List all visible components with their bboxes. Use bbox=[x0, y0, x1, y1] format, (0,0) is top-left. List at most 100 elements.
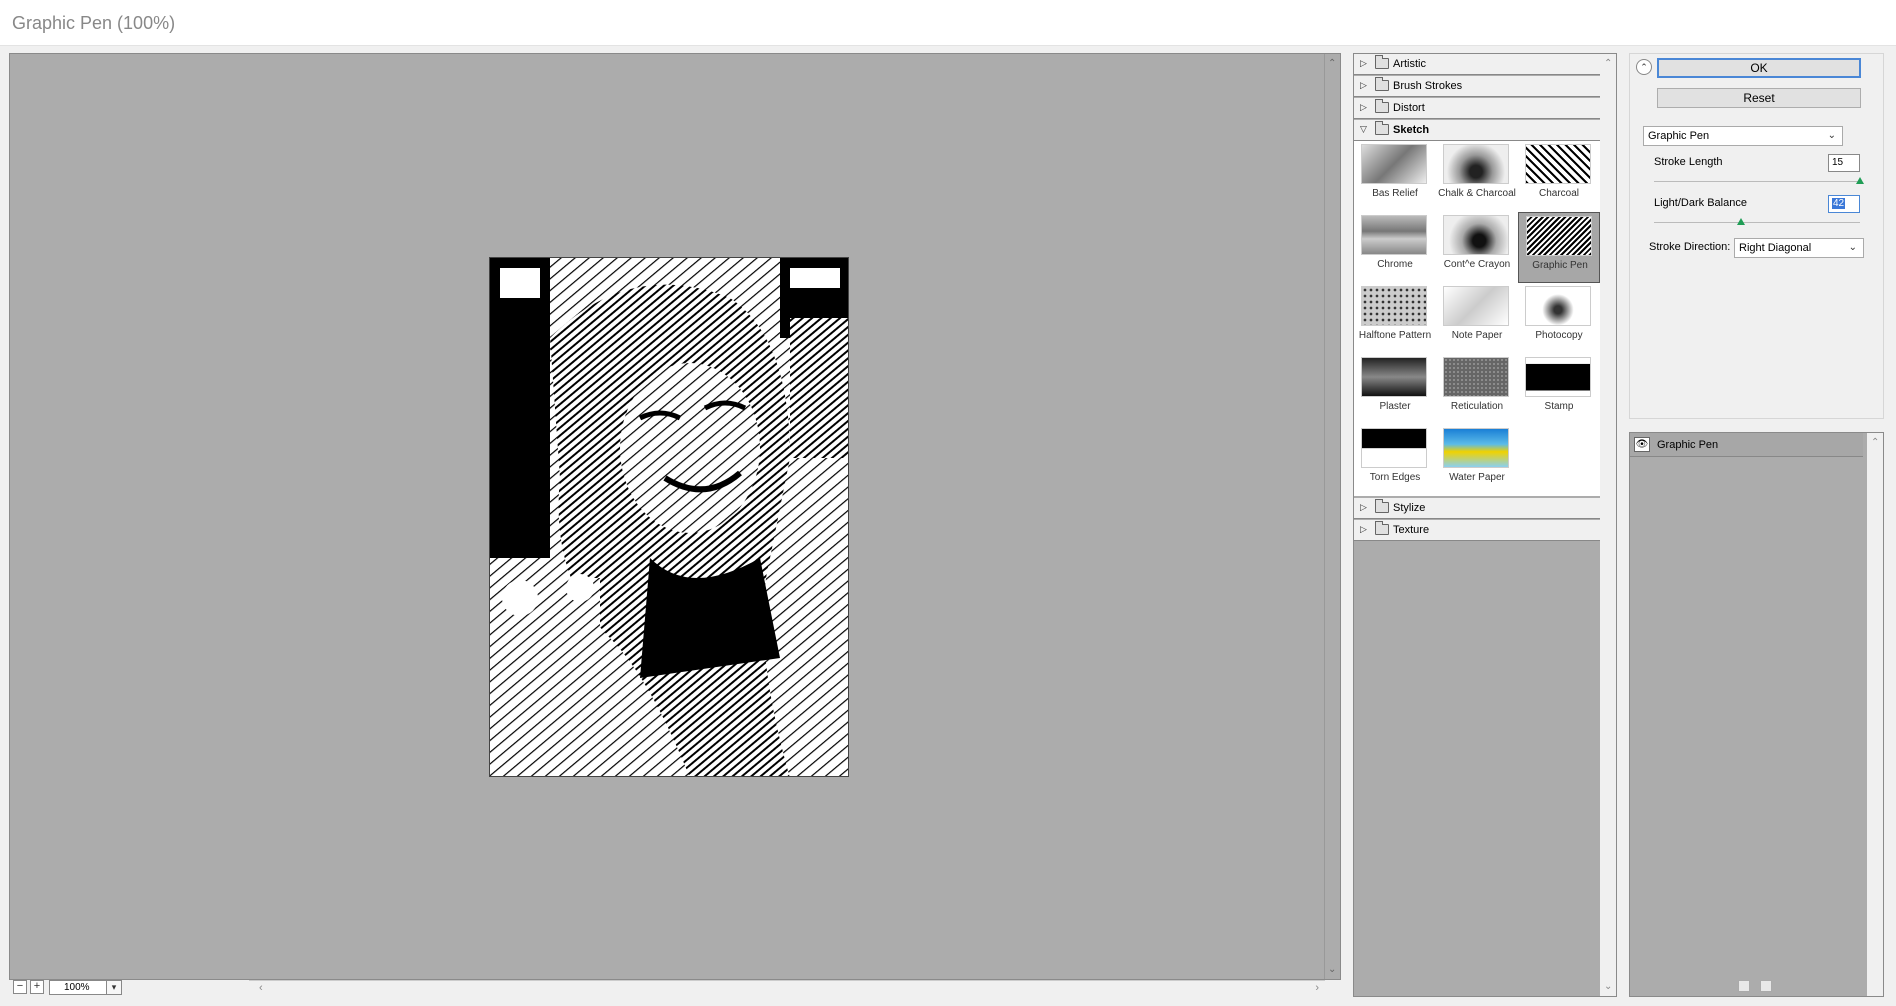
stroke-length-input[interactable]: 15 bbox=[1828, 154, 1860, 172]
light-dark-balance-slider[interactable] bbox=[1654, 218, 1860, 225]
slider-knob[interactable] bbox=[1856, 177, 1864, 184]
filter-water-paper[interactable]: Water Paper bbox=[1436, 425, 1518, 496]
scroll-up-arrow-icon[interactable]: ⌃ bbox=[1604, 58, 1612, 69]
expand-triangle-icon[interactable]: ▷ bbox=[1360, 524, 1367, 535]
category-label: Texture bbox=[1393, 524, 1430, 536]
category-artistic[interactable]: ▷ Artistic bbox=[1354, 54, 1600, 75]
filter-photocopy[interactable]: Photocopy bbox=[1518, 283, 1600, 354]
thumbnail-image bbox=[1525, 357, 1591, 397]
collapse-triangle-icon[interactable]: ▽ bbox=[1360, 124, 1367, 135]
thumbnail-image bbox=[1443, 215, 1509, 255]
scroll-down-arrow-icon[interactable]: ⌄ bbox=[1604, 981, 1612, 992]
filter-halftone-pattern[interactable]: Halftone Pattern bbox=[1354, 283, 1436, 354]
category-sketch[interactable]: ▽ Sketch bbox=[1354, 120, 1600, 141]
filter-reticulation[interactable]: Reticulation bbox=[1436, 354, 1518, 425]
expand-triangle-icon[interactable]: ▷ bbox=[1360, 502, 1367, 513]
reset-button[interactable]: Reset bbox=[1657, 88, 1861, 108]
thumbnail-image bbox=[1525, 144, 1591, 184]
stroke-direction-value: Right Diagonal bbox=[1739, 242, 1812, 254]
selected-value: 42 bbox=[1832, 198, 1846, 209]
folder-icon bbox=[1375, 77, 1389, 91]
gallery-scrollbar[interactable]: ⌃ ⌄ bbox=[1600, 54, 1616, 996]
effect-layer-row[interactable]: 👁 Graphic Pen bbox=[1630, 433, 1863, 457]
expand-triangle-icon[interactable]: ▷ bbox=[1360, 80, 1367, 91]
stroke-direction-label: Stroke Direction: bbox=[1649, 241, 1731, 253]
effect-layers-panel: 👁 Graphic Pen ⌃ bbox=[1629, 432, 1884, 997]
zoom-dropdown-icon[interactable]: ▾ bbox=[106, 980, 122, 995]
window-title: Graphic Pen (100%) bbox=[12, 13, 176, 33]
folder-icon bbox=[1375, 521, 1389, 535]
chevron-down-icon: ⌄ bbox=[1827, 130, 1836, 141]
category-label: Sketch bbox=[1393, 124, 1430, 136]
thumbnail-image bbox=[1361, 428, 1427, 468]
filter-settings-panel: ⌃ OK Reset Graphic Pen ⌄ Stroke Length 1… bbox=[1629, 53, 1884, 419]
layers-scrollbar[interactable]: ⌃ bbox=[1867, 433, 1883, 996]
thumbnail-image bbox=[1443, 286, 1509, 326]
filter-charcoal[interactable]: Charcoal bbox=[1518, 141, 1600, 212]
folder-icon bbox=[1375, 55, 1389, 69]
filter-label: Torn Edges bbox=[1369, 472, 1421, 483]
filter-plaster[interactable]: Plaster bbox=[1354, 354, 1436, 425]
new-effect-layer-icon[interactable] bbox=[1738, 980, 1750, 992]
filter-label: Reticulation bbox=[1450, 401, 1504, 412]
filter-conte-crayon[interactable]: Cont^e Crayon bbox=[1436, 212, 1518, 283]
thumbnail-image bbox=[1443, 428, 1509, 468]
expand-triangle-icon[interactable]: ▷ bbox=[1360, 58, 1367, 69]
filter-chalk-charcoal[interactable]: Chalk & Charcoal bbox=[1436, 141, 1518, 212]
filter-bas-relief[interactable]: Bas Relief bbox=[1354, 141, 1436, 212]
scroll-up-arrow-icon[interactable]: ⌃ bbox=[1328, 58, 1336, 69]
scroll-right-arrow-icon[interactable]: › bbox=[1315, 982, 1319, 994]
light-dark-balance-input[interactable]: 42 bbox=[1828, 195, 1860, 213]
thumbnail-image bbox=[1361, 144, 1427, 184]
preview-vertical-scrollbar[interactable]: ⌃ ⌄ bbox=[1324, 54, 1340, 979]
stroke-length-label: Stroke Length bbox=[1654, 156, 1723, 168]
filter-label: Charcoal bbox=[1538, 188, 1580, 199]
filter-label: Chalk & Charcoal bbox=[1438, 188, 1516, 199]
expand-triangle-icon[interactable]: ▷ bbox=[1360, 102, 1367, 113]
category-stylize[interactable]: ▷ Stylize bbox=[1354, 498, 1600, 519]
category-brush-strokes[interactable]: ▷ Brush Strokes bbox=[1354, 76, 1600, 97]
filter-select-value: Graphic Pen bbox=[1648, 130, 1710, 142]
effect-layer-label: Graphic Pen bbox=[1657, 439, 1719, 451]
preview-bottom-bar: − + 100% ▾ ‹ › bbox=[9, 980, 1341, 996]
folder-icon bbox=[1375, 499, 1389, 513]
stroke-length-slider[interactable] bbox=[1654, 177, 1864, 184]
filter-label: Graphic Pen bbox=[1532, 260, 1588, 271]
scroll-down-arrow-icon[interactable]: ⌄ bbox=[1328, 964, 1336, 975]
filter-select[interactable]: Graphic Pen ⌄ bbox=[1643, 126, 1843, 146]
graphic-pen-image bbox=[490, 258, 848, 776]
ok-button[interactable]: OK bbox=[1657, 58, 1861, 78]
sketch-thumbnails: Bas Relief Chalk & Charcoal Charcoal Chr… bbox=[1354, 141, 1600, 496]
filter-chrome[interactable]: Chrome bbox=[1354, 212, 1436, 283]
chevron-down-icon: ⌄ bbox=[1848, 242, 1857, 253]
category-label: Artistic bbox=[1393, 58, 1426, 70]
open-folder-icon bbox=[1375, 121, 1389, 135]
thumbnail-image bbox=[1361, 215, 1427, 255]
filter-note-paper[interactable]: Note Paper bbox=[1436, 283, 1518, 354]
filter-stamp[interactable]: Stamp bbox=[1518, 354, 1600, 425]
filter-label: Photocopy bbox=[1535, 330, 1583, 341]
stroke-direction-select[interactable]: Right Diagonal ⌄ bbox=[1734, 238, 1864, 258]
zoom-level-field[interactable]: 100% bbox=[49, 980, 107, 995]
folder-icon bbox=[1375, 99, 1389, 113]
delete-effect-layer-icon[interactable] bbox=[1760, 980, 1772, 992]
filter-label: Water Paper bbox=[1449, 472, 1505, 483]
scroll-up-arrow-icon[interactable]: ⌃ bbox=[1871, 437, 1879, 448]
category-texture[interactable]: ▷ Texture bbox=[1354, 520, 1600, 541]
filter-torn-edges[interactable]: Torn Edges bbox=[1354, 425, 1436, 496]
filter-graphic-pen[interactable]: Graphic Pen bbox=[1518, 212, 1600, 283]
filter-gallery: ▷ Artistic ▷ Brush Strokes ▷ Distort ▽ S… bbox=[1353, 53, 1617, 997]
slider-knob[interactable] bbox=[1736, 218, 1745, 225]
zoom-out-button[interactable]: − bbox=[13, 980, 27, 994]
category-distort[interactable]: ▷ Distort bbox=[1354, 98, 1600, 119]
thumbnail-image bbox=[1443, 357, 1509, 397]
eye-visibility-icon[interactable]: 👁 bbox=[1634, 437, 1650, 452]
zoom-in-button[interactable]: + bbox=[30, 980, 44, 994]
filter-label: Note Paper bbox=[1451, 330, 1503, 341]
thumbnail-image bbox=[1361, 357, 1427, 397]
preview-horizontal-scrollbar[interactable]: ‹ › bbox=[249, 980, 1325, 996]
preview-canvas[interactable]: ⌃ ⌄ bbox=[9, 53, 1341, 980]
category-label: Brush Strokes bbox=[1393, 80, 1463, 92]
collapse-gallery-icon[interactable]: ⌃ bbox=[1636, 59, 1652, 75]
scroll-left-arrow-icon[interactable]: ‹ bbox=[259, 982, 263, 994]
